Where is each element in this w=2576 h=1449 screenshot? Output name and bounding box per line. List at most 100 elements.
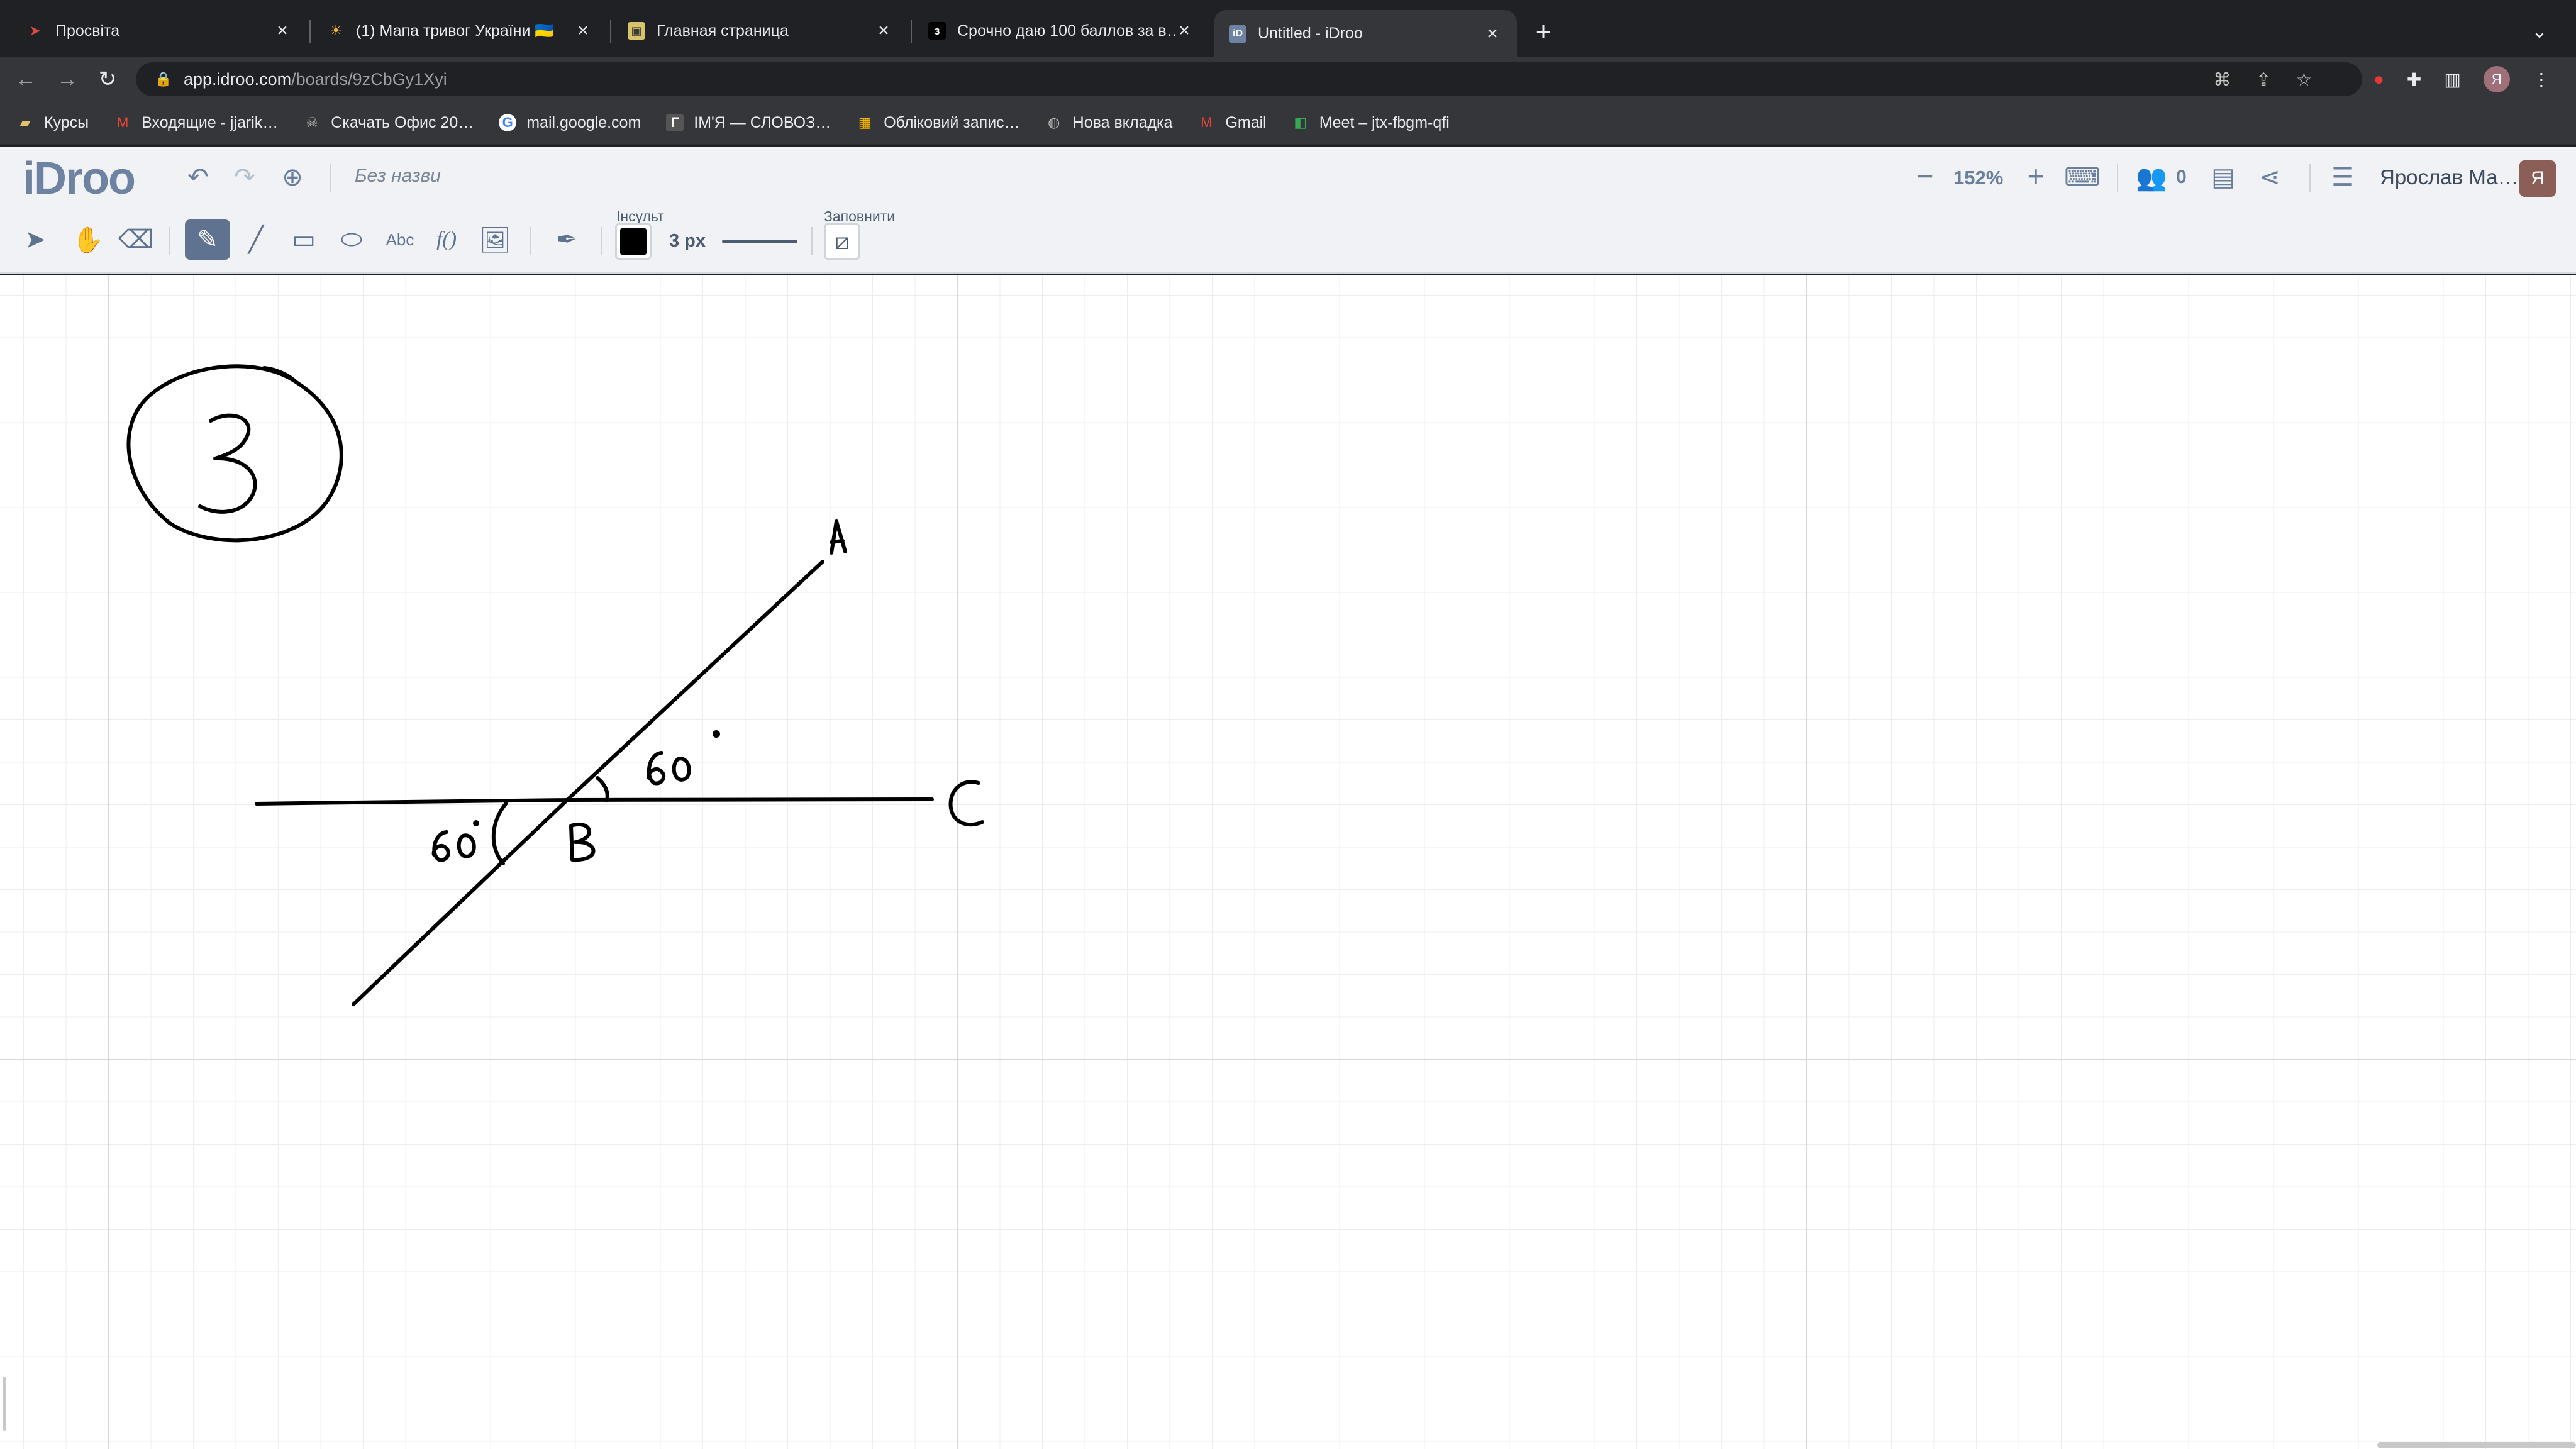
zoom-in-button[interactable]: + xyxy=(2020,160,2051,192)
prosvita-icon: ➤ xyxy=(29,23,42,38)
digit-three-stroke xyxy=(198,413,257,514)
redo-icon[interactable]: ↷ xyxy=(229,162,260,193)
bookmark-item[interactable]: ☠ Скачать Офис 20… xyxy=(303,114,474,132)
bookmark-item[interactable]: ▰ Курсы xyxy=(16,114,89,132)
alert-map-icon: ☀ xyxy=(330,23,342,38)
letter-c-stroke xyxy=(948,780,984,827)
forward-icon[interactable]: → xyxy=(54,66,80,92)
stroke-width-value[interactable]: 3 px xyxy=(669,231,706,252)
menu-icon[interactable]: ☰ xyxy=(2327,162,2358,193)
new-tab-button[interactable]: + xyxy=(1530,16,1557,46)
extension-record-icon[interactable]: ● xyxy=(2373,69,2384,89)
keyboard-icon[interactable]: ⌨ xyxy=(2064,162,2101,193)
translate-icon[interactable]: ⌘ xyxy=(2213,69,2231,90)
tab-title: Главная страница xyxy=(657,21,789,40)
tab-idroo[interactable]: iD Untitled - iDroo × xyxy=(1214,10,1517,57)
eraser-tool-icon[interactable]: ⌫ xyxy=(116,219,156,260)
center-view-icon[interactable]: ⊕ xyxy=(277,162,308,193)
bookmark-item[interactable]: M Gmail xyxy=(1197,114,1266,132)
tab-prosvita[interactable]: ➤ Просвіта × xyxy=(11,10,307,52)
bookmark-item[interactable]: ◧ Meet – jtx-fbgm-qfi xyxy=(1292,114,1449,132)
tab-title: Просвіта xyxy=(55,21,120,40)
formula-tool-icon[interactable]: f() xyxy=(425,219,468,260)
close-icon[interactable]: × xyxy=(1175,20,1194,41)
stroke-width-preview[interactable] xyxy=(722,240,797,243)
browser-menu-icon[interactable]: ⋮ xyxy=(2533,69,2550,90)
google-icon: G xyxy=(499,114,517,131)
whiteboard-canvas[interactable] xyxy=(0,275,2576,1449)
bookmarks-bar: ▰ Курсы M Входящие - jjarik… ☠ Скачать Офис… xyxy=(0,101,2576,145)
bookmark-star-icon[interactable]: ☆ xyxy=(2296,69,2312,90)
undo-icon[interactable]: ↶ xyxy=(182,162,214,193)
side-panel-icon[interactable]: ▥ xyxy=(2444,69,2460,90)
znanija-icon: з xyxy=(928,22,946,40)
tab-search-chevron-icon[interactable]: ⌄ xyxy=(2526,18,2553,45)
profile-avatar[interactable]: Я xyxy=(2483,66,2510,92)
stroke-color-fill xyxy=(620,228,647,255)
bookmark-item[interactable]: Г ІМ'Я — СЛОВОЗ… xyxy=(666,114,831,132)
zoom-out-button[interactable]: − xyxy=(1909,160,1941,192)
fill-label: Заповнити xyxy=(824,208,896,225)
reload-icon[interactable]: ↻ xyxy=(94,66,121,92)
stroke-color-swatch[interactable] xyxy=(615,223,652,260)
close-icon[interactable]: × xyxy=(874,20,893,41)
url-host: app.idroo.com xyxy=(184,69,292,89)
close-icon[interactable]: × xyxy=(1483,23,1502,44)
rectangle-tool-icon[interactable]: ▭ xyxy=(282,219,326,260)
tab-separator xyxy=(610,20,611,43)
tab-znanija[interactable]: з Срочно даю 100 баллов за в… × xyxy=(913,10,1209,52)
slovozbir-icon: Г xyxy=(666,114,684,131)
lower-sixty-zero-stroke xyxy=(457,833,476,858)
bookmark-item[interactable]: ◍ Нова вкладка xyxy=(1045,114,1172,132)
image-tool-icon[interactable]: 🖼 xyxy=(473,219,517,260)
header-divider xyxy=(330,164,331,192)
board-name-input[interactable]: Без назви xyxy=(355,165,441,187)
share-icon[interactable]: ⇪ xyxy=(2256,69,2270,90)
tab-alert-map[interactable]: ☀ (1) Мапа тривог України 🇺🇦 × xyxy=(312,10,608,52)
drawing-toolbar: ➤ ✋ ⌫ ✎ ╱ ▭ ⬭ Abc f() 🖼 ✒ Інсульт 3 px З… xyxy=(0,208,2576,274)
tab-title: (1) Мапа тривог України 🇺🇦 xyxy=(356,21,555,40)
close-icon[interactable]: × xyxy=(273,20,292,41)
tab-separator xyxy=(309,20,311,43)
share-board-icon[interactable]: ⋖ xyxy=(2254,162,2285,193)
no-fill-icon[interactable]: ⧄ xyxy=(824,223,860,260)
letter-a-stroke xyxy=(830,519,847,555)
select-tool-icon[interactable]: ➤ xyxy=(18,219,53,260)
user-name[interactable]: Ярослав Ма… xyxy=(2380,165,2519,189)
eyedropper-tool-icon[interactable]: ✒ xyxy=(545,219,589,260)
meet-icon: ◧ xyxy=(1294,114,1307,130)
tab-home-page[interactable]: ▣ Главная страница × xyxy=(613,10,908,52)
bookmark-item[interactable]: M Входящие - jjarik… xyxy=(114,114,278,132)
tab-title: Срочно даю 100 баллов за в… xyxy=(957,21,1175,40)
bookmark-item[interactable]: ▦ Обліковий запис… xyxy=(856,114,1020,132)
hand-tool-icon[interactable]: ✋ xyxy=(67,219,109,260)
text-tool-icon[interactable]: Abc xyxy=(379,219,421,260)
upper-degree-dot xyxy=(713,730,720,738)
folder-icon: ▰ xyxy=(19,114,31,130)
globe-icon: ◍ xyxy=(1048,114,1060,130)
pencil-tool-icon[interactable]: ✎ xyxy=(185,219,230,260)
upper-sixty-stroke xyxy=(647,751,666,786)
header-divider xyxy=(2309,164,2311,192)
address-bar[interactable]: 🔒 app.idroo.com/boards/9zCbGy1Xyi ⌘ ⇪ ☆ xyxy=(136,62,2362,96)
ellipse-tool-icon[interactable]: ⬭ xyxy=(330,219,374,260)
users-icon[interactable]: 👥 xyxy=(2136,162,2167,193)
letter-b-stroke xyxy=(569,823,596,862)
back-icon[interactable]: ← xyxy=(13,66,39,92)
bookmark-item[interactable]: Gmail.google.com xyxy=(499,114,641,132)
gmail-icon: M xyxy=(116,114,129,130)
vertical-scroll-indicator[interactable] xyxy=(3,1377,6,1431)
chat-icon[interactable]: ▤ xyxy=(2207,162,2239,193)
app-header: iDroo ↶ ↷ ⊕ Без назви − 152% + ⌨ 👥 0 ▤ ⋖… xyxy=(0,147,2576,209)
horizontal-scrollbar[interactable] xyxy=(2377,1442,2576,1448)
idroo-icon: iD xyxy=(1229,25,1246,43)
zoom-level[interactable]: 152% xyxy=(1953,167,2003,189)
extensions-puzzle-icon[interactable]: ✚ xyxy=(2407,69,2421,90)
line-tool-icon[interactable]: ╱ xyxy=(235,219,277,260)
lower-angle-arc xyxy=(491,801,508,865)
idroo-logo[interactable]: iDroo xyxy=(23,153,136,204)
close-icon[interactable]: × xyxy=(574,20,592,41)
stroke-label: Інсульт xyxy=(616,208,664,225)
gmail-icon: M xyxy=(1201,114,1213,130)
user-avatar[interactable]: Я xyxy=(2519,160,2556,197)
